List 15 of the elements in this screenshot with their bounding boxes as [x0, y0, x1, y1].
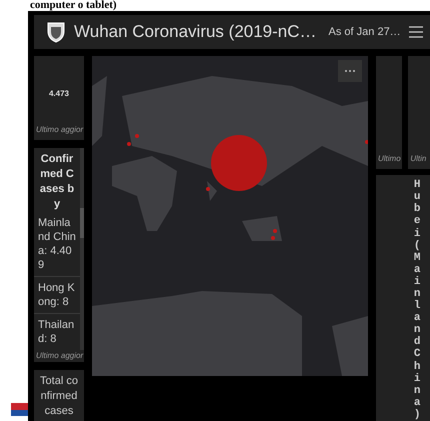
total-value: 4.473: [48, 88, 70, 100]
update-note: Ultimo aggior: [35, 350, 84, 362]
date-label: As of Jan 27…: [328, 24, 401, 40]
update-note: Ultimo: [377, 153, 402, 166]
page-caption: computer o tablet): [29, 0, 118, 11]
menu-icon[interactable]: [408, 26, 423, 38]
scrollbar[interactable]: [80, 148, 84, 350]
update-note: Ultimo aggior: [35, 124, 84, 136]
update-note: Ultin: [409, 153, 428, 166]
shield-icon: [46, 21, 66, 43]
region-name: Hubei(MainlandChina): [412, 178, 422, 421]
list-heading: Confirmed Cases by: [38, 152, 76, 212]
more-button[interactable]: [338, 60, 362, 82]
card-heading: Total confirmed cases: [39, 374, 79, 419]
dashboard-title: Wuhan Coronavirus (2019-nC…: [74, 21, 317, 44]
